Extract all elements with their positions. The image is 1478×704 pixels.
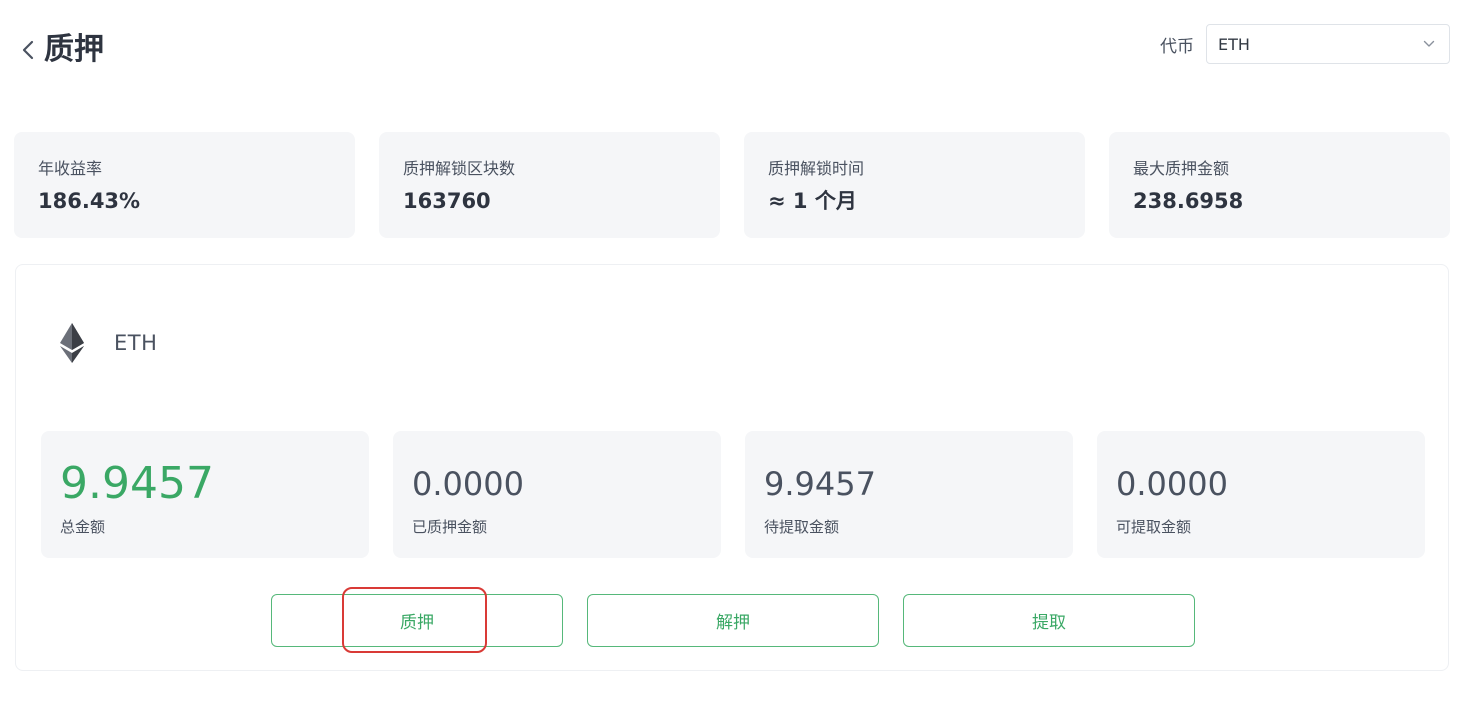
balance-label: 总金额: [60, 518, 106, 536]
stat-label: 质押解锁时间: [768, 159, 865, 178]
balance-card-staked: 0.0000 已质押金额: [393, 431, 721, 558]
balance-value: 9.9457: [764, 465, 876, 503]
action-buttons: 质押 解押 提取: [271, 594, 1195, 647]
balances-row: 9.9457 总金额 0.0000 已质押金额 9.9457 待提取金额 0.0…: [41, 431, 1425, 558]
page-header: 质押 代币 ETH: [0, 0, 1478, 100]
asset-header: ETH: [58, 321, 157, 365]
token-dropdown[interactable]: ETH: [1206, 24, 1450, 64]
chevron-down-icon: [1423, 40, 1435, 47]
unstake-button[interactable]: 解押: [587, 594, 879, 647]
token-dropdown-value: ETH: [1218, 34, 1250, 54]
balance-value: 0.0000: [412, 465, 524, 503]
withdraw-button[interactable]: 提取: [903, 594, 1195, 647]
stat-card-unlock-time: 质押解锁时间 ≈ 1 个月: [744, 132, 1085, 238]
stat-card-max-stake: 最大质押金额 238.6958: [1109, 132, 1450, 238]
balance-value: 9.9457: [60, 458, 214, 509]
stake-button[interactable]: 质押: [271, 594, 563, 647]
asset-panel: ETH 9.9457 总金额 0.0000 已质押金额 9.9457 待提取金额…: [15, 264, 1449, 671]
stat-card-unlock-blocks: 质押解锁区块数 163760: [379, 132, 720, 238]
balance-label: 可提取金额: [1116, 518, 1192, 536]
asset-name: ETH: [114, 331, 158, 355]
chevron-left-icon: [22, 40, 34, 60]
stat-value: ≈ 1 个月: [768, 189, 857, 213]
back-button[interactable]: 质押: [20, 30, 104, 70]
stat-label: 质押解锁区块数: [403, 159, 516, 178]
token-label: 代币: [1160, 36, 1194, 57]
stat-card-apy: 年收益率 186.43%: [14, 132, 355, 238]
stat-value: 186.43%: [38, 189, 141, 213]
balance-card-total: 9.9457 总金额: [41, 431, 369, 558]
balance-card-pending: 9.9457 待提取金额: [745, 431, 1073, 558]
balance-card-withdrawable: 0.0000 可提取金额: [1097, 431, 1425, 558]
page-title: 质押: [44, 32, 104, 67]
token-selector: 代币 ETH: [1160, 24, 1450, 64]
stake-stats-row: 年收益率 186.43% 质押解锁区块数 163760 质押解锁时间 ≈ 1 个…: [14, 132, 1450, 238]
stat-label: 年收益率: [38, 159, 103, 178]
ethereum-icon: [60, 323, 84, 363]
balance-value: 0.0000: [1116, 465, 1228, 503]
stat-value: 163760: [403, 189, 491, 213]
stat-value: 238.6958: [1133, 189, 1244, 213]
balance-label: 待提取金额: [764, 518, 840, 536]
balance-label: 已质押金额: [412, 518, 488, 536]
stat-label: 最大质押金额: [1133, 159, 1230, 178]
